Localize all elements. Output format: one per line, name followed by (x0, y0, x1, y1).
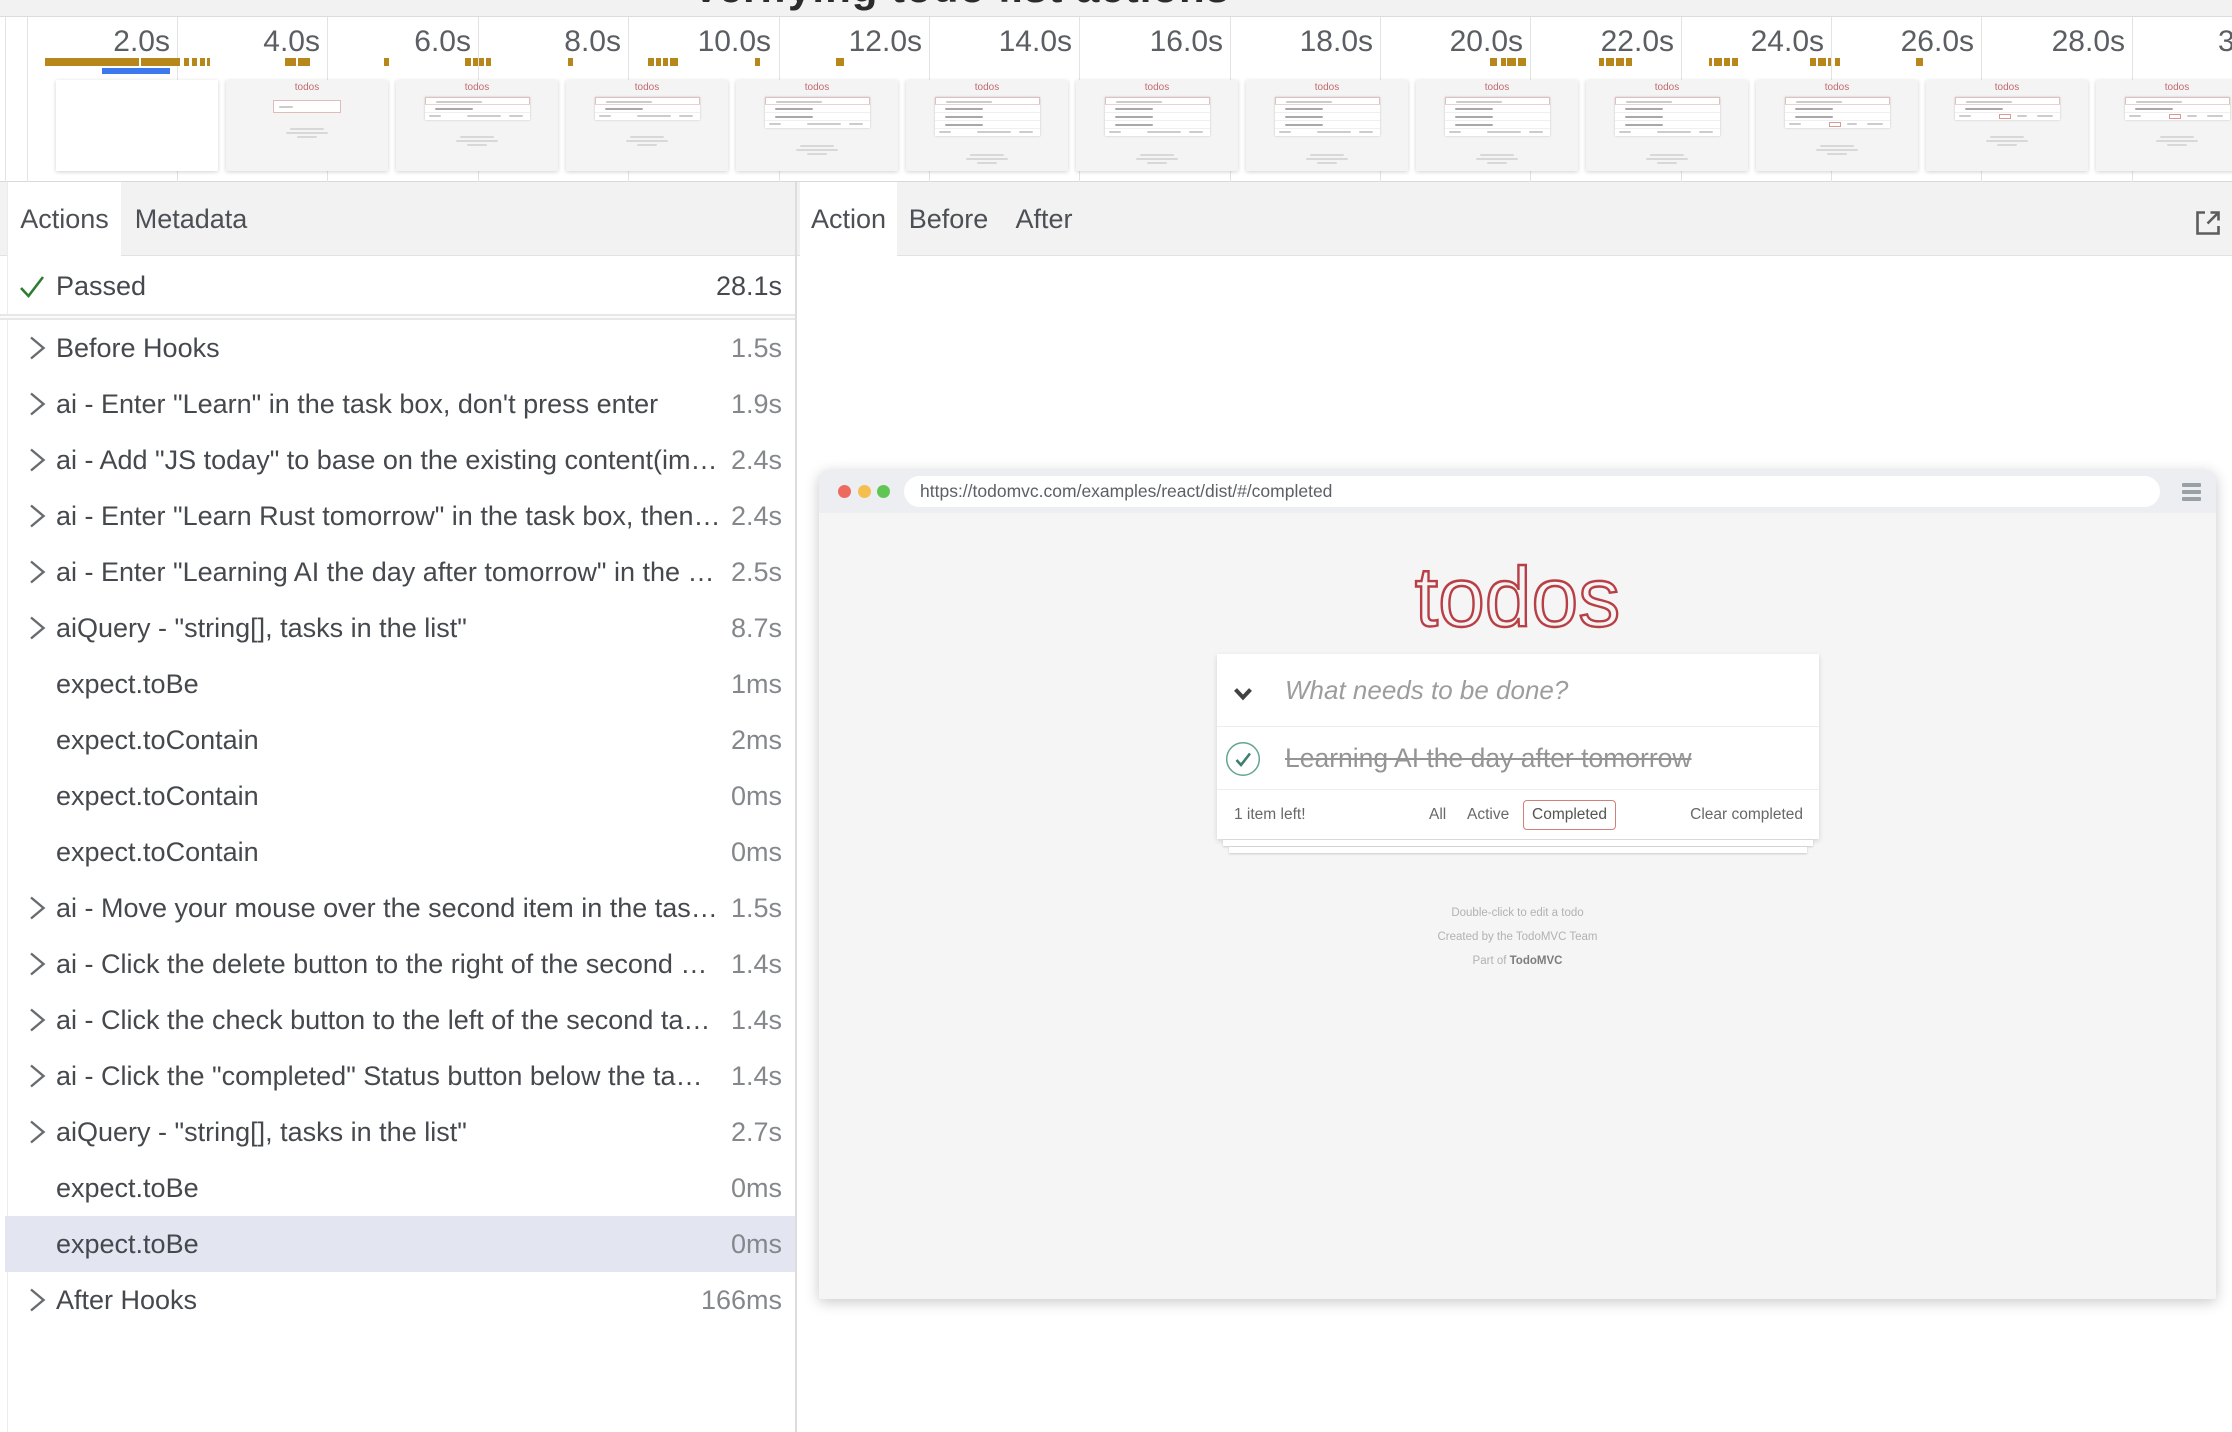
svg-text:todos: todos (1415, 555, 1621, 644)
